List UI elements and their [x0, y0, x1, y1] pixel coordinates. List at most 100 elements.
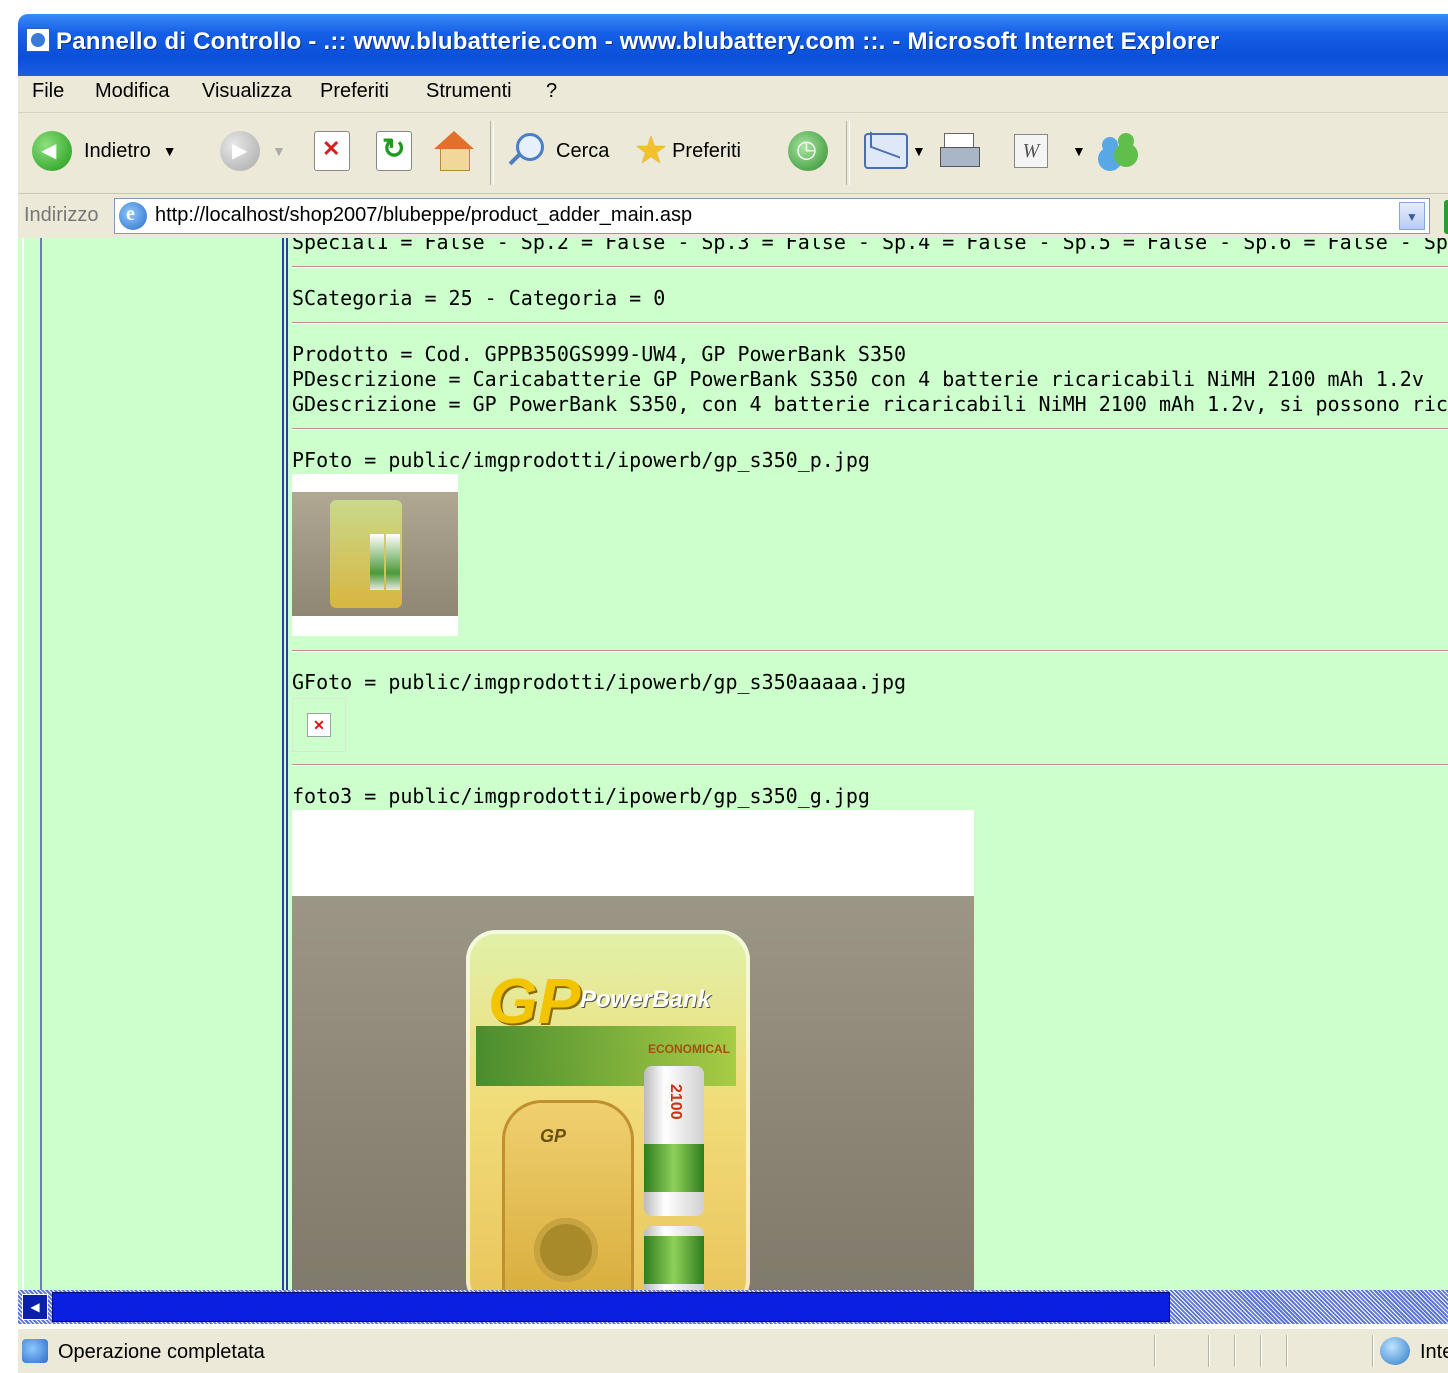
toolbar-separator: [846, 121, 850, 185]
status-bar: Operazione completata Internet: [18, 1328, 1448, 1373]
status-divider: [1372, 1335, 1374, 1367]
left-frame: [18, 238, 42, 1290]
home-icon: [432, 131, 476, 171]
history-button[interactable]: [788, 129, 828, 173]
window-title: Pannello di Controllo - .:: www.blubatte…: [56, 28, 1220, 55]
frame-divider: [22, 238, 24, 1290]
divider: [292, 322, 1448, 324]
address-dropdown-icon[interactable]: ▼: [1399, 202, 1425, 230]
charger-unit: GP: [502, 1100, 634, 1290]
divider: [292, 266, 1448, 268]
divider: [292, 428, 1448, 430]
horizontal-scrollbar[interactable]: ◀: [18, 1290, 1448, 1324]
page-icon: [119, 202, 147, 230]
thumbnail-photo: [292, 492, 458, 616]
mail-dropdown-icon[interactable]: ▼: [912, 143, 926, 159]
back-label: Indietro: [84, 139, 151, 162]
scroll-left-arrow-icon[interactable]: ◀: [22, 1294, 48, 1320]
page-viewport: Special1 = False - Sp.2 = False - Sp.3 =…: [18, 238, 1448, 1290]
mail-button[interactable]: ▼: [864, 129, 926, 173]
thumbnail-battery: [386, 534, 400, 590]
status-divider: [1208, 1335, 1210, 1367]
star-icon: ★: [634, 130, 669, 172]
refresh-icon: [376, 131, 412, 171]
search-label: Cerca: [556, 139, 610, 162]
gdescrizione-line: GDescrizione = GP PowerBank S350, con 4 …: [292, 392, 1448, 416]
product-large-image: GP PowerBank ECONOMICAL GP 2100: [292, 810, 974, 1290]
product-thumbnail: [292, 474, 458, 636]
toolbar-separator: [490, 121, 494, 185]
categoria-line: SCategoria = 25 - Categoria = 0: [292, 286, 666, 310]
forward-dropdown-icon[interactable]: ▼: [272, 143, 286, 159]
favorites-label: Preferiti: [672, 139, 741, 162]
thumbnail-package: [330, 500, 402, 608]
back-button[interactable]: Indietro ▼: [32, 129, 177, 173]
menu-strumenti[interactable]: Strumenti: [426, 80, 512, 103]
charger-logo: GP: [540, 1126, 567, 1146]
address-input[interactable]: http://localhost/shop2007/blubeppe/produ…: [114, 198, 1430, 234]
battery: [644, 1226, 704, 1290]
sidebar-frame: [42, 238, 284, 1290]
prodotto-line: Prodotto = Cod. GPPB350GS999-UW4, GP Pow…: [292, 342, 907, 366]
pdescrizione-line: PDescrizione = Caricabatterie GP PowerBa…: [292, 367, 1424, 391]
internet-zone-icon: [1380, 1337, 1410, 1365]
back-arrow-icon: [32, 131, 72, 171]
history-icon: [788, 131, 828, 171]
status-text: Operazione completata: [58, 1341, 265, 1363]
battery-label: 2100: [667, 1084, 684, 1120]
menu-visualizza[interactable]: Visualizza: [202, 80, 292, 103]
status-divider: [1234, 1335, 1236, 1367]
messenger-icon: [1098, 131, 1142, 171]
economical-tag: ECONOMICAL: [648, 1042, 730, 1056]
menu-help[interactable]: ?: [546, 80, 557, 103]
messenger-button[interactable]: [1098, 129, 1142, 173]
status-divider: [1260, 1335, 1262, 1367]
search-icon: [506, 131, 546, 171]
blister-package: GP PowerBank ECONOMICAL GP 2100: [466, 930, 750, 1290]
pfoto-line: PFoto = public/imgprodotti/ipowerb/gp_s3…: [292, 448, 870, 472]
stop-icon: [314, 131, 350, 171]
menu-file[interactable]: File: [32, 80, 64, 103]
menu-bar: File Modifica Visualizza Preferiti Strum…: [18, 76, 1448, 113]
broken-image-icon: ✕: [307, 713, 331, 737]
foto3-line: foto3 = public/imgprodotti/ipowerb/gp_s3…: [292, 784, 870, 808]
mail-icon: [864, 133, 908, 169]
status-divider: [1286, 1335, 1288, 1367]
address-bar: Indirizzo http://localhost/shop2007/blub…: [18, 194, 1448, 238]
home-button[interactable]: [432, 129, 476, 173]
battery: 2100: [644, 1066, 704, 1216]
divider: [292, 764, 1448, 766]
edit-button[interactable]: W ▼: [1014, 129, 1086, 173]
page-status-icon: [22, 1339, 48, 1363]
search-button[interactable]: Cerca: [506, 129, 609, 173]
battery-band: [644, 1236, 704, 1284]
back-dropdown-icon[interactable]: ▼: [163, 143, 177, 159]
stop-button[interactable]: [314, 129, 350, 173]
content-frame: Special1 = False - Sp.2 = False - Sp.3 =…: [286, 238, 1448, 1290]
zone-label: Internet: [1420, 1341, 1448, 1363]
menu-modifica[interactable]: Modifica: [95, 80, 169, 103]
menu-preferiti[interactable]: Preferiti: [320, 80, 389, 103]
go-button[interactable]: [1444, 200, 1448, 234]
forward-arrow-icon: [220, 131, 260, 171]
battery-band: [644, 1144, 704, 1192]
standard-toolbar: Indietro ▼ ▼ Cerca ★ Preferiti ▼ W ▼: [18, 113, 1448, 194]
special-flags-line: Special1 = False - Sp.2 = False - Sp.3 =…: [292, 238, 1448, 254]
window-titlebar: Pannello di Controllo - .:: www.blubatte…: [0, 0, 1448, 80]
charger-slot: [534, 1218, 598, 1282]
print-button[interactable]: [938, 129, 982, 173]
scrollbar-thumb[interactable]: [52, 1292, 1170, 1322]
divider: [292, 650, 1448, 652]
large-photo: GP PowerBank ECONOMICAL GP 2100: [292, 896, 974, 1290]
forward-button[interactable]: ▼: [220, 129, 286, 173]
word-icon: W: [1014, 134, 1048, 168]
edit-dropdown-icon[interactable]: ▼: [1072, 143, 1086, 159]
address-label: Indirizzo: [24, 204, 99, 226]
refresh-button[interactable]: [376, 129, 412, 173]
status-divider: [1154, 1335, 1156, 1367]
print-icon: [938, 131, 982, 171]
favorites-button[interactable]: ★ Preferiti: [634, 129, 741, 173]
address-url[interactable]: http://localhost/shop2007/blubeppe/produ…: [155, 204, 692, 227]
ie-window-icon[interactable]: [26, 28, 50, 52]
gfoto-line: GFoto = public/imgprodotti/ipowerb/gp_s3…: [292, 670, 907, 694]
